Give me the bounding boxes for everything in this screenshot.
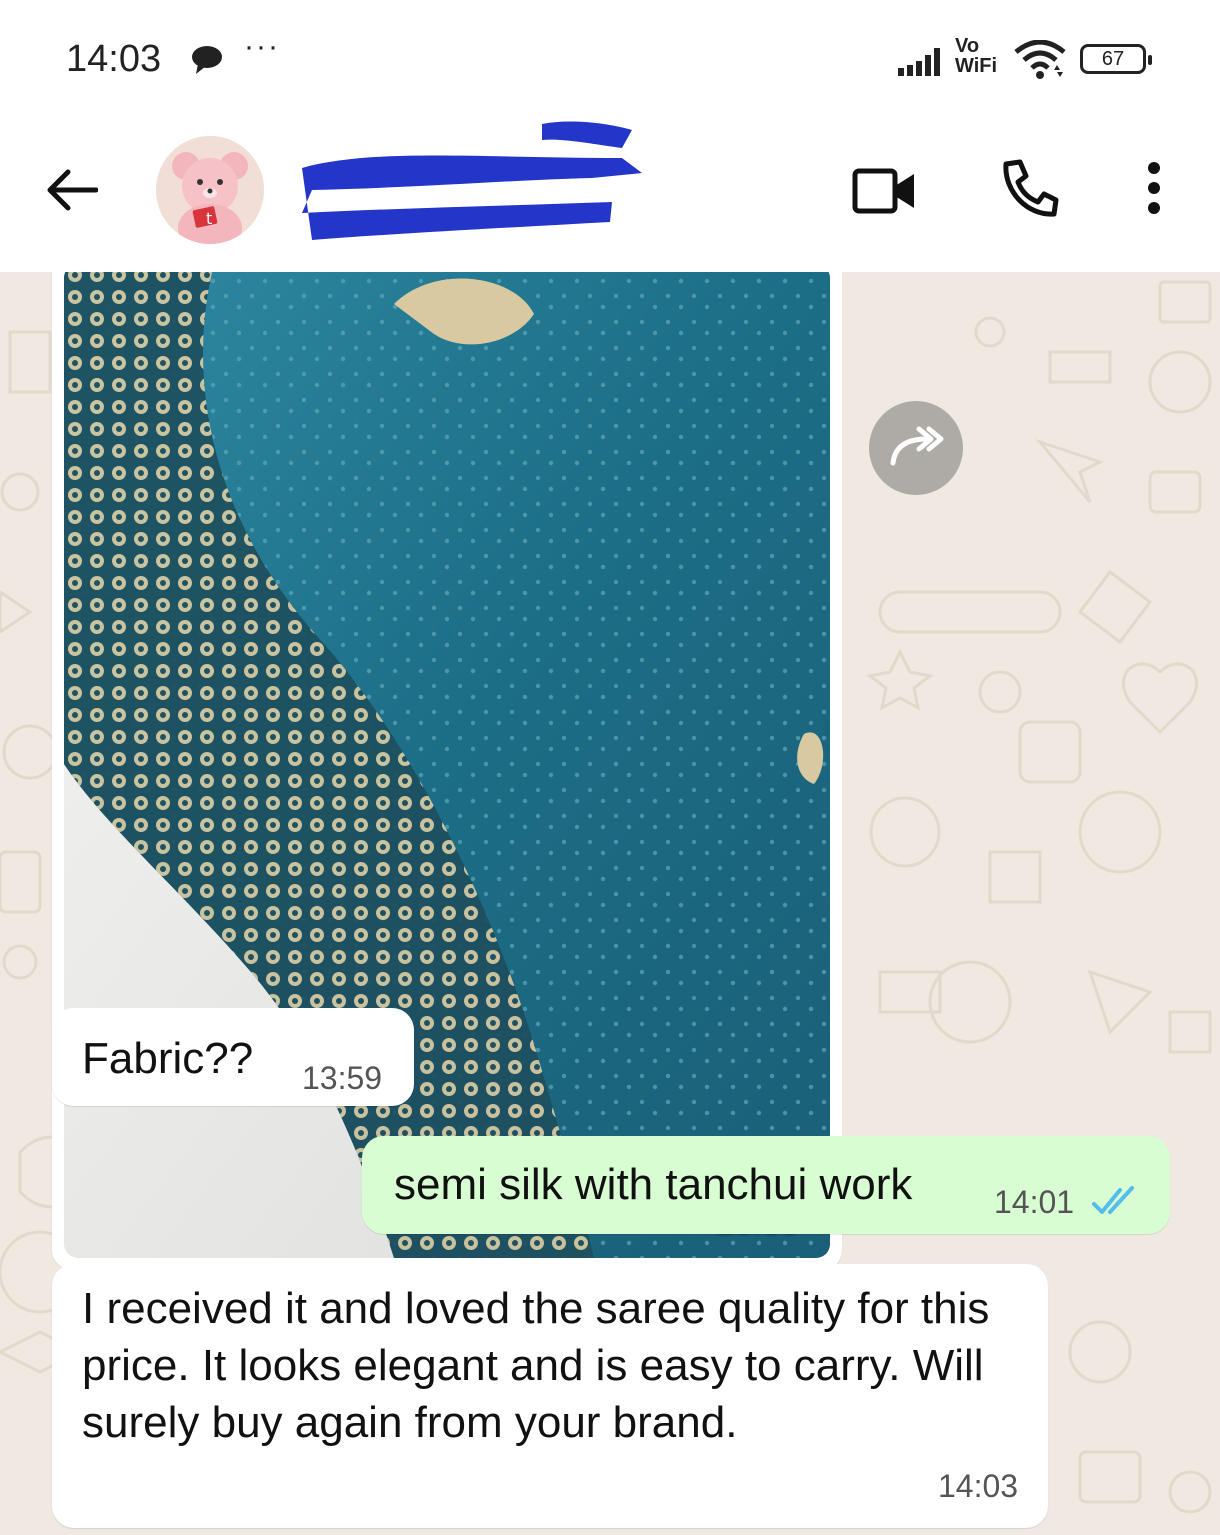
incoming-message-bubble[interactable]: Fabric?? 13:59 (52, 1008, 414, 1106)
incoming-message-bubble[interactable]: I received it and loved the saree qualit… (52, 1264, 1048, 1528)
message-time: 14:03 (938, 1468, 1019, 1504)
phone-call-icon[interactable] (998, 158, 1060, 225)
read-receipt-icon (1092, 1184, 1138, 1223)
svg-text:t: t (206, 209, 212, 228)
message-time: 13:59 (302, 1060, 383, 1096)
saree-photo[interactable]: 13:59 (64, 272, 830, 1258)
message-text: Fabric?? (82, 1034, 254, 1083)
image-message-bubble[interactable]: 13:59 (52, 272, 842, 1270)
chat-header: t (0, 110, 1220, 272)
more-vert-icon[interactable] (1140, 160, 1168, 221)
saree-photo-graphic (64, 272, 830, 1258)
message-text: I received it and loved the saree qualit… (82, 1284, 990, 1447)
chat-notification-icon (190, 44, 224, 81)
video-call-icon[interactable] (852, 166, 918, 221)
redaction-mark (302, 121, 642, 240)
chat-area[interactable]: 13:59 Fabric?? 13:59 semi silk with tanc… (0, 272, 1220, 1535)
outgoing-message-bubble[interactable]: semi silk with tanchui work 14:01 (362, 1136, 1170, 1234)
vowifi-bottom-label: WiFi (955, 55, 998, 77)
status-bar: 14:03 ··· Vo WiFi 67 (0, 0, 1220, 110)
battery-indicator: 67 (1080, 44, 1152, 74)
message-time: 14:01 (994, 1184, 1075, 1220)
vowifi-indicator: Vo WiFi (955, 36, 997, 76)
forward-button[interactable] (869, 401, 963, 495)
status-more-indicator: ··· (244, 30, 280, 63)
contact-avatar[interactable]: t (156, 136, 264, 244)
vowifi-top-label: Vo (955, 35, 980, 57)
back-arrow-icon[interactable] (44, 168, 99, 217)
contact-name[interactable] (292, 118, 652, 248)
wifi-icon (1012, 39, 1068, 85)
status-time: 14:03 (66, 38, 162, 80)
signal-icon (898, 46, 946, 81)
forward-icon (890, 426, 944, 466)
message-text: semi silk with tanchui work (394, 1160, 913, 1209)
